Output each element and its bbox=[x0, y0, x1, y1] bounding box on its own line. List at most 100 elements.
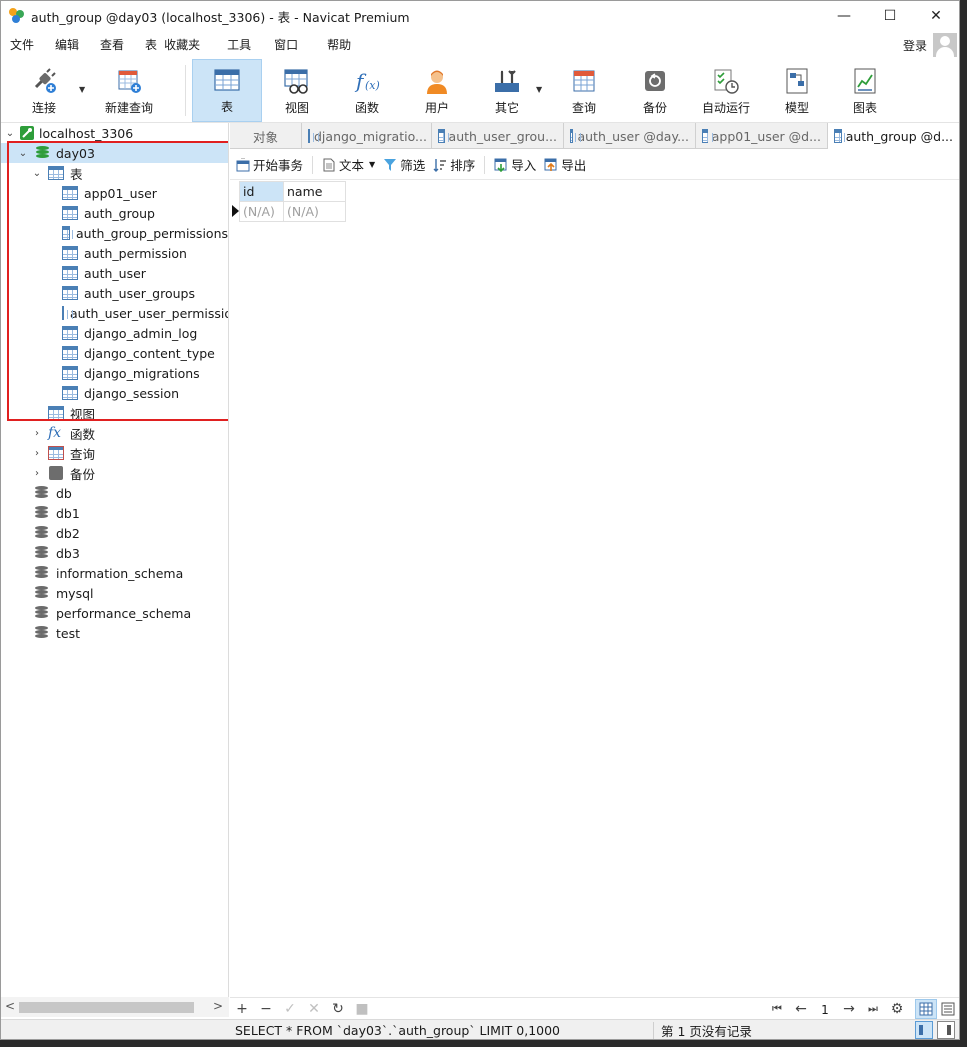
cell-name[interactable]: (N/A) bbox=[283, 201, 346, 222]
sort-button[interactable]: 排序 bbox=[429, 153, 479, 177]
avatar[interactable] bbox=[933, 33, 957, 57]
tree-database-item[interactable]: db1 bbox=[1, 503, 228, 523]
minimize-button[interactable]: — bbox=[821, 1, 867, 31]
tree-table-item[interactable]: django_content_type bbox=[1, 343, 228, 363]
column-header-id[interactable]: id bbox=[239, 181, 284, 202]
chevron-right-icon[interactable]: › bbox=[31, 448, 43, 459]
backup-button[interactable]: 备份 bbox=[622, 59, 688, 122]
import-button[interactable]: 导入 bbox=[490, 153, 540, 177]
model-button[interactable]: 模型 bbox=[764, 59, 830, 122]
menu-edit[interactable]: 编辑 bbox=[43, 31, 88, 59]
tree-functions-group[interactable]: › fx 函数 bbox=[1, 423, 228, 443]
connect-button[interactable]: 连接 ▼ bbox=[9, 59, 85, 122]
maximize-button[interactable]: ☐ bbox=[867, 1, 913, 31]
tree-database-item[interactable]: db3 bbox=[1, 543, 228, 563]
autorun-button[interactable]: 自动运行 bbox=[688, 59, 764, 122]
menu-file[interactable]: 文件 bbox=[1, 31, 43, 59]
first-page-button[interactable]: ⏮ bbox=[765, 999, 789, 1019]
scroll-left-icon[interactable]: < bbox=[5, 999, 15, 1013]
chevron-down-icon[interactable]: ⌄ bbox=[4, 128, 16, 139]
tab-auth-user-groups[interactable]: auth_user_grou... bbox=[432, 123, 564, 149]
menu-tools[interactable]: 工具 bbox=[209, 31, 260, 59]
tree-table-item[interactable]: app01_user bbox=[1, 183, 228, 203]
last-page-button[interactable]: ⏭ bbox=[861, 999, 885, 1019]
settings-gear-button[interactable]: ⚙ bbox=[885, 999, 909, 1019]
menu-table[interactable]: 表 bbox=[133, 31, 162, 59]
grid-view-button[interactable] bbox=[915, 998, 937, 1019]
others-button[interactable]: 其它 ▼ bbox=[472, 59, 542, 122]
tree-database-item[interactable]: information_schema bbox=[1, 563, 228, 583]
tree-connection[interactable]: ⌄ localhost_3306 bbox=[1, 123, 228, 143]
tree-table-item[interactable]: django_admin_log bbox=[1, 323, 228, 343]
next-page-button[interactable]: → bbox=[837, 999, 861, 1019]
tab-auth-user[interactable]: auth_user @day... bbox=[564, 123, 696, 149]
view-button[interactable]: 视图 bbox=[262, 59, 332, 122]
text-dropdown-icon[interactable]: ▼ bbox=[369, 160, 375, 169]
export-button[interactable]: 导出 bbox=[540, 153, 590, 177]
user-button[interactable]: 用户 bbox=[402, 59, 472, 122]
apply-changes-button[interactable]: ✓ bbox=[278, 999, 302, 1019]
function-button[interactable]: f (x) 函数 bbox=[332, 59, 402, 122]
scroll-right-icon[interactable]: > bbox=[213, 999, 223, 1013]
tree-database-day03[interactable]: ⌄ day03 bbox=[1, 143, 228, 163]
others-dropdown-icon[interactable]: ▼ bbox=[536, 85, 542, 94]
tab-objects[interactable]: 对象 bbox=[230, 123, 302, 149]
tree-table-item[interactable]: auth_group bbox=[1, 203, 228, 223]
chart-button[interactable]: 图表 bbox=[830, 59, 900, 122]
filter-icon bbox=[384, 158, 397, 171]
tree-table-item[interactable]: auth_user_user_permissio bbox=[1, 303, 228, 323]
tree-table-item[interactable]: auth_group_permissions bbox=[1, 223, 228, 243]
menu-window[interactable]: 窗口 bbox=[260, 31, 307, 59]
stop-button[interactable]: ■ bbox=[350, 999, 374, 1019]
functions-group-label: 函数 bbox=[70, 426, 96, 442]
chevron-down-icon[interactable]: ⌄ bbox=[31, 168, 43, 179]
tree-table-item[interactable]: auth_user_groups bbox=[1, 283, 228, 303]
chevron-right-icon[interactable]: › bbox=[31, 468, 43, 479]
tab-label: auth_user_grou... bbox=[448, 128, 557, 144]
tree-queries-group[interactable]: › 查询 bbox=[1, 443, 228, 463]
left-panel-toggle-button[interactable] bbox=[915, 1021, 933, 1039]
table-button[interactable]: 表 bbox=[192, 59, 262, 122]
tree-database-item[interactable]: test bbox=[1, 623, 228, 643]
table-row[interactable]: (N/A) (N/A) bbox=[239, 201, 346, 222]
menu-view[interactable]: 查看 bbox=[88, 31, 133, 59]
login-link[interactable]: 登录 bbox=[903, 37, 927, 54]
page-number-input[interactable]: 1 bbox=[813, 999, 837, 1018]
refresh-button[interactable]: ↻ bbox=[326, 999, 350, 1019]
discard-changes-button[interactable]: ✕ bbox=[302, 999, 326, 1019]
menu-favorites[interactable]: 收藏夹 bbox=[162, 31, 209, 59]
chevron-right-icon[interactable]: › bbox=[31, 428, 43, 439]
form-view-button[interactable] bbox=[937, 999, 959, 1019]
begin-transaction-button[interactable]: 开始事务 bbox=[232, 153, 307, 177]
delete-record-button[interactable]: − bbox=[254, 999, 278, 1019]
query-button[interactable]: 查询 bbox=[546, 59, 622, 122]
chevron-down-icon[interactable]: ⌄ bbox=[17, 148, 29, 159]
tree-table-item[interactable]: auth_user bbox=[1, 263, 228, 283]
previous-page-button[interactable]: ← bbox=[789, 999, 813, 1019]
tree-views-group[interactable]: 视图 bbox=[1, 403, 228, 423]
cell-id[interactable]: (N/A) bbox=[239, 201, 284, 222]
add-record-button[interactable]: + bbox=[230, 999, 254, 1019]
connect-dropdown-icon[interactable]: ▼ bbox=[79, 85, 85, 94]
close-button[interactable]: ✕ bbox=[913, 1, 959, 31]
tree-database-item[interactable]: mysql bbox=[1, 583, 228, 603]
tree-table-item[interactable]: django_migrations bbox=[1, 363, 228, 383]
tree-database-item[interactable]: db bbox=[1, 483, 228, 503]
text-button[interactable]: 文本 ▼ bbox=[318, 153, 379, 177]
scrollbar-thumb[interactable] bbox=[19, 1002, 194, 1013]
tree-database-item[interactable]: performance_schema bbox=[1, 603, 228, 623]
menu-help[interactable]: 帮助 bbox=[307, 31, 360, 59]
sidebar-horizontal-scrollbar[interactable]: < > bbox=[1, 997, 229, 1017]
new-query-button[interactable]: 新建查询 bbox=[87, 59, 171, 122]
filter-button[interactable]: 筛选 bbox=[379, 153, 429, 177]
tab-django-migrations[interactable]: django_migratio... bbox=[302, 123, 432, 149]
tree-table-item[interactable]: auth_permission bbox=[1, 243, 228, 263]
tree-table-item[interactable]: django_session bbox=[1, 383, 228, 403]
tree-tables-group[interactable]: ⌄ 表 bbox=[1, 163, 228, 183]
column-header-name[interactable]: name bbox=[283, 181, 346, 202]
tab-auth-group[interactable]: auth_group @d... bbox=[828, 123, 959, 149]
tree-backups-group[interactable]: › 备份 bbox=[1, 463, 228, 483]
tab-app01-user[interactable]: app01_user @d... bbox=[696, 123, 828, 149]
right-panel-toggle-button[interactable] bbox=[937, 1021, 955, 1039]
tree-database-item[interactable]: db2 bbox=[1, 523, 228, 543]
